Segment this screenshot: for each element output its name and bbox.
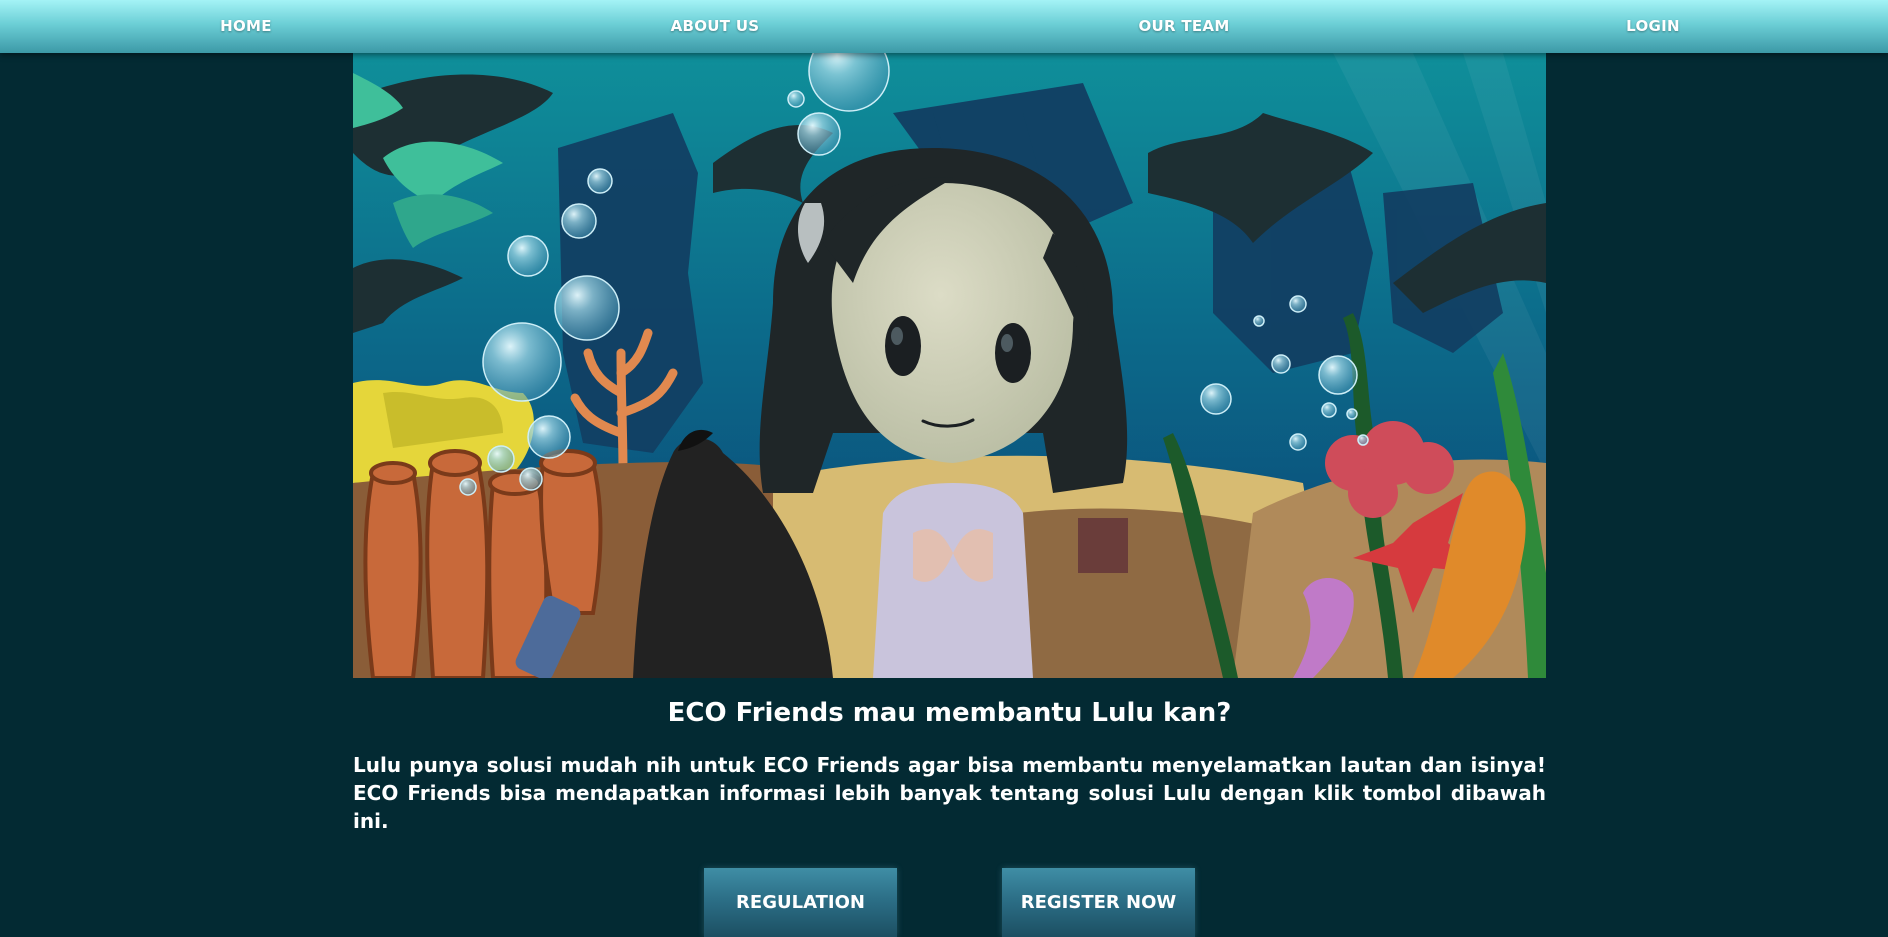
headline: ECO Friends mau membantu Lulu kan? (667, 698, 1232, 728)
hero-illustration (353, 53, 1546, 678)
nav-home-link[interactable]: HOME (126, 0, 366, 53)
body-paragraph: Lulu punya solusi mudah nih untuk ECO Fr… (353, 753, 1546, 833)
nav-login-link[interactable]: LOGIN (1533, 0, 1773, 53)
regulation-button[interactable]: REGULATION (704, 868, 897, 937)
nav-our-team-link[interactable]: OUR TEAM (1064, 0, 1304, 53)
nav-about-us-link[interactable]: ABOUT US (595, 0, 835, 53)
top-navbar: HOME ABOUT US OUR TEAM LOGIN (0, 0, 1888, 53)
register-now-button[interactable]: REGISTER NOW (1002, 868, 1195, 937)
